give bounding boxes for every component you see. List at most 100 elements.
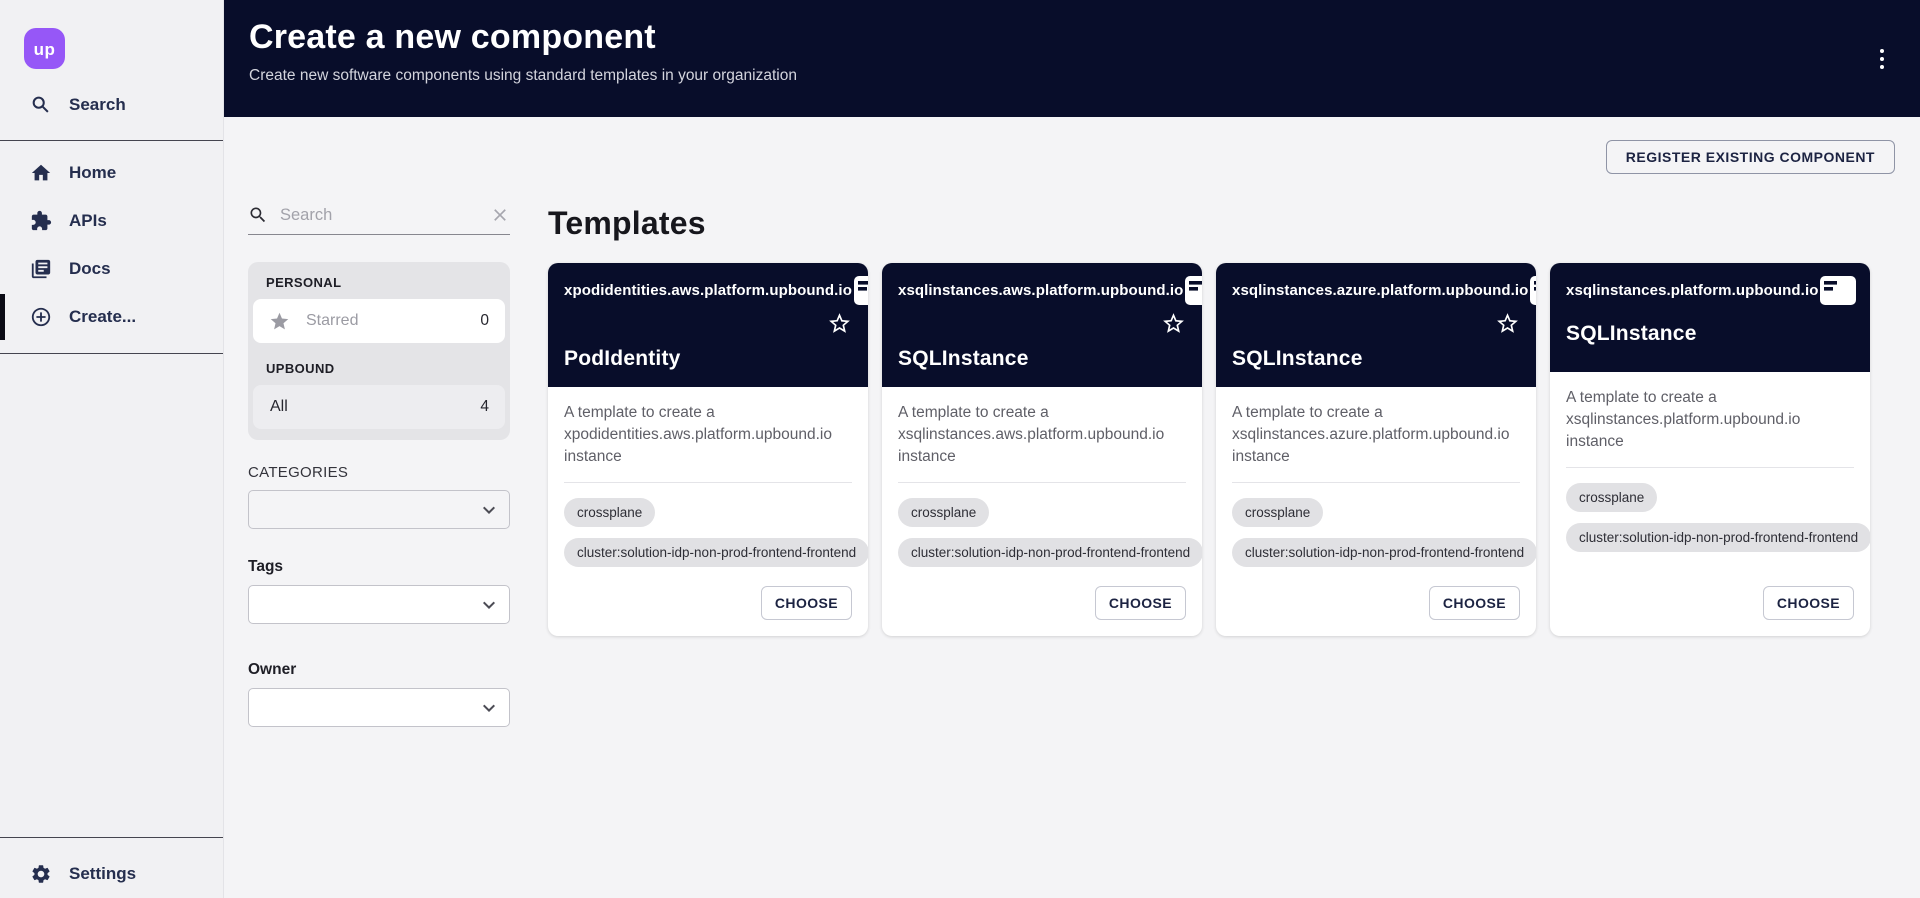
add-circle-icon	[30, 306, 52, 328]
owner-label: Owner	[248, 661, 510, 679]
divider	[564, 482, 852, 483]
template-type: xsqlinstances.platform.upbound.io	[1566, 276, 1818, 301]
template-icon	[1185, 276, 1202, 310]
template-cards: xpodidentities.aws.platform.upbound.io P…	[548, 263, 1896, 636]
template-type: xsqlinstances.aws.platform.upbound.io	[898, 276, 1183, 301]
tag-chip: crossplane	[564, 498, 655, 527]
template-icon	[1530, 276, 1536, 310]
tags-select[interactable]	[248, 585, 510, 624]
filter-item-label: All	[270, 398, 288, 416]
tag-chip: cluster:solution-idp-non-prod-frontend-f…	[1566, 523, 1870, 552]
template-title: SQLInstance	[898, 347, 1186, 371]
template-card-body: A template to create a xsqlinstances.pla…	[1550, 372, 1870, 636]
template-card-header: xsqlinstances.azure.platform.upbound.io …	[1216, 263, 1536, 387]
templates-section: Templates xpodidentities.aws.platform.up…	[548, 205, 1896, 636]
template-title: SQLInstance	[1232, 347, 1520, 371]
tags-label: Tags	[248, 558, 510, 576]
sidebar-item-label: Docs	[69, 259, 111, 279]
divider	[898, 482, 1186, 483]
template-description: A template to create a xsqlinstances.pla…	[1566, 387, 1854, 453]
filter-item-starred[interactable]: Starred 0	[253, 299, 505, 343]
sidebar-item-label: Create...	[69, 307, 136, 327]
filter-item-all[interactable]: All 4	[253, 385, 505, 429]
tag-chip: crossplane	[1232, 498, 1323, 527]
template-card: xsqlinstances.platform.upbound.io SQLIns…	[1550, 263, 1870, 636]
filter-search	[248, 205, 510, 235]
template-description: A template to create a xsqlinstances.azu…	[1232, 402, 1520, 468]
kebab-menu-icon	[1880, 49, 1885, 54]
tag-chip: cluster:solution-idp-non-prod-frontend-f…	[898, 538, 1202, 567]
template-tags: crossplane cluster:solution-idp-non-prod…	[898, 498, 1186, 567]
docs-icon	[30, 258, 52, 280]
divider	[0, 837, 223, 838]
search-icon	[248, 205, 268, 225]
template-card: xsqlinstances.aws.platform.upbound.io SQ…	[882, 263, 1202, 636]
main-content: REGISTER EXISTING COMPONENT PERSONAL Sta…	[224, 117, 1920, 898]
template-icon	[854, 276, 868, 310]
close-icon[interactable]	[490, 205, 510, 225]
tag-chip: crossplane	[898, 498, 989, 527]
tag-chip: crossplane	[1566, 483, 1657, 512]
template-card-header: xpodidentities.aws.platform.upbound.io P…	[548, 263, 868, 387]
sidebar-item-label: Home	[69, 163, 116, 183]
starred-count: 0	[480, 312, 489, 330]
sidebar: up Search Home APIs Docs Create... Setti…	[0, 0, 224, 898]
template-icon	[1820, 276, 1856, 310]
template-description: A template to create a xsqlinstances.aws…	[898, 402, 1186, 468]
filter-search-input[interactable]	[280, 206, 478, 225]
choose-button[interactable]: CHOOSE	[1429, 586, 1520, 620]
template-card-body: A template to create a xpodidentities.aw…	[548, 387, 868, 636]
template-card: xpodidentities.aws.platform.upbound.io P…	[548, 263, 868, 636]
divider	[1566, 467, 1854, 468]
template-tags: crossplane cluster:solution-idp-non-prod…	[1232, 498, 1520, 567]
sidebar-item-settings[interactable]: Settings	[0, 850, 223, 898]
choose-button[interactable]: CHOOSE	[1095, 586, 1186, 620]
favorite-star-icon[interactable]	[827, 311, 852, 337]
page-subtitle: Create new software components using sta…	[249, 67, 1896, 85]
sidebar-item-create[interactable]: Create...	[0, 293, 223, 341]
star-icon	[269, 311, 290, 332]
categories-label: CATEGORIES	[248, 464, 510, 481]
choose-button[interactable]: CHOOSE	[761, 586, 852, 620]
template-tags: crossplane cluster:solution-idp-non-prod…	[1566, 483, 1854, 552]
sidebar-item-label: APIs	[69, 211, 107, 231]
template-description: A template to create a xpodidentities.aw…	[564, 402, 852, 468]
template-card-body: A template to create a xsqlinstances.aws…	[882, 387, 1202, 636]
template-card-header: xsqlinstances.platform.upbound.io SQLIns…	[1550, 263, 1870, 372]
section-title: Templates	[548, 205, 1896, 242]
register-existing-component-button[interactable]: REGISTER EXISTING COMPONENT	[1606, 140, 1895, 174]
tag-chip: cluster:solution-idp-non-prod-frontend-f…	[1232, 538, 1536, 567]
favorite-star-icon[interactable]	[1868, 276, 1870, 303]
owner-select[interactable]	[248, 688, 510, 727]
sidebar-item-search[interactable]: Search	[0, 83, 223, 127]
template-type: xsqlinstances.azure.platform.upbound.io	[1232, 276, 1528, 301]
filter-group-label: PERSONAL	[266, 275, 505, 290]
page-title: Create a new component	[249, 18, 1896, 57]
choose-button[interactable]: CHOOSE	[1763, 586, 1854, 620]
tags-filter: Tags	[248, 558, 510, 624]
puzzle-icon	[30, 210, 52, 232]
owner-filter: Owner	[248, 661, 510, 727]
kebab-menu-icon	[1880, 65, 1885, 70]
categories-select[interactable]	[248, 490, 510, 529]
sidebar-item-label: Settings	[69, 864, 136, 884]
template-title: SQLInstance	[1566, 322, 1854, 346]
sidebar-item-apis[interactable]: APIs	[0, 197, 223, 245]
gear-icon	[30, 863, 52, 885]
divider	[0, 140, 223, 141]
app-logo[interactable]: up	[24, 28, 65, 69]
sidebar-item-docs[interactable]: Docs	[0, 245, 223, 293]
chevron-down-icon	[477, 696, 501, 720]
tag-chip: cluster:solution-idp-non-prod-frontend-f…	[564, 538, 868, 567]
filter-groups-panel: PERSONAL Starred 0 UPBOUND All 4	[248, 262, 510, 440]
template-card-header: xsqlinstances.aws.platform.upbound.io SQ…	[882, 263, 1202, 387]
overflow-menu-button[interactable]	[1870, 42, 1894, 76]
favorite-star-icon[interactable]	[1161, 311, 1186, 337]
kebab-menu-icon	[1880, 57, 1885, 62]
home-icon	[30, 162, 52, 184]
template-type: xpodidentities.aws.platform.upbound.io	[564, 276, 852, 301]
sidebar-item-home[interactable]: Home	[0, 149, 223, 197]
page-header: Create a new component Create new softwa…	[224, 0, 1920, 117]
template-card-body: A template to create a xsqlinstances.azu…	[1216, 387, 1536, 636]
favorite-star-icon[interactable]	[1495, 311, 1520, 337]
